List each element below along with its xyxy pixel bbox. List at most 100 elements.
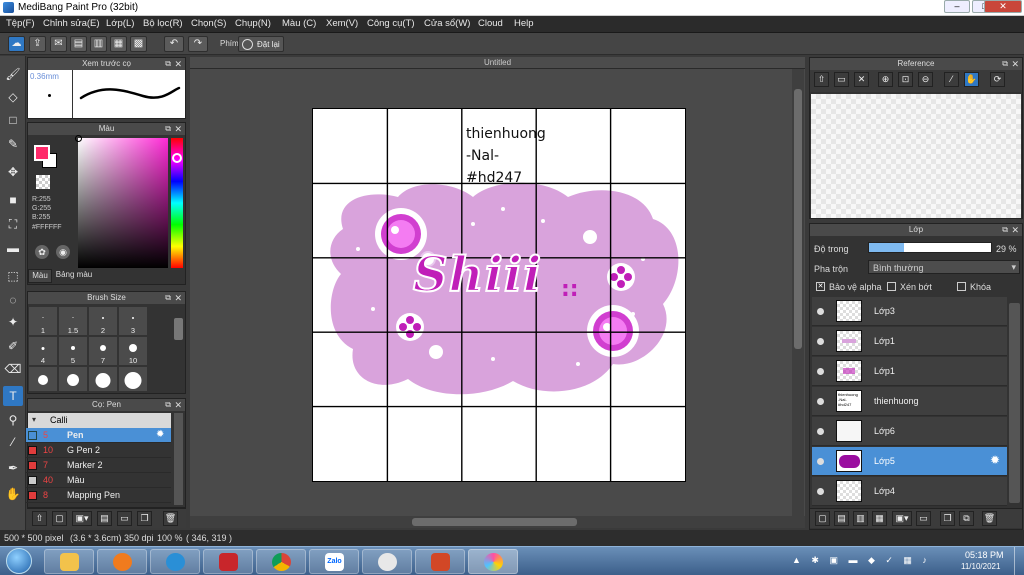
canvas-tab[interactable]: Untitled: [190, 57, 805, 69]
brush-size-2[interactable]: 2: [88, 306, 118, 336]
select-pen-tool-icon[interactable]: ✐: [3, 336, 23, 356]
brush-size-5[interactable]: 5: [58, 336, 88, 366]
brush-size-large-3[interactable]: [88, 366, 118, 392]
fill-rect-tool-icon[interactable]: ■: [3, 190, 23, 210]
eye-icon[interactable]: [817, 368, 824, 375]
rotate-icon[interactable]: ⟳: [990, 72, 1005, 87]
chrome-task[interactable]: [256, 549, 306, 574]
panel-icon[interactable]: ▦: [110, 36, 127, 52]
gradient-tool-icon[interactable]: ▬: [3, 238, 23, 258]
layer-row[interactable]: Lớp1: [812, 357, 1007, 386]
brush-item-gpen2[interactable]: 10 G Pen 2: [26, 443, 171, 458]
layer-row[interactable]: Lớp4: [812, 477, 1007, 506]
eyedropper-icon[interactable]: ⁄: [944, 72, 959, 87]
menu-tools[interactable]: Công cụ(T): [367, 18, 415, 29]
open-folder-icon[interactable]: ▭: [834, 72, 849, 87]
close-panel-icon[interactable]: ✕: [174, 123, 182, 135]
select-tool-icon[interactable]: ⬚: [3, 266, 23, 286]
clip-checkbox[interactable]: [887, 282, 896, 291]
brush-group-header[interactable]: ▾ Calli: [28, 413, 171, 428]
layer-row[interactable]: Lớp1: [812, 327, 1007, 356]
brush-size-1-5[interactable]: 1.5: [58, 306, 88, 336]
hand-tool-icon[interactable]: ✋: [3, 484, 23, 504]
popout-icon[interactable]: ⧉: [165, 58, 171, 70]
menu-layer[interactable]: Lớp(L): [106, 18, 134, 29]
layer-menu-icon[interactable]: ▣▾: [892, 511, 912, 526]
vertical-scroll-thumb[interactable]: [794, 89, 802, 349]
eyedropper-tool-icon[interactable]: ⁄: [3, 432, 23, 452]
brush-size-4[interactable]: 4: [28, 336, 58, 366]
horizontal-scroll-thumb[interactable]: [412, 518, 577, 526]
new-brush-icon[interactable]: ▢: [52, 511, 67, 526]
sv-cursor[interactable]: [75, 135, 82, 142]
document-icon[interactable]: ▥: [90, 36, 107, 52]
menu-file[interactable]: Tệp(F): [6, 18, 35, 29]
show-desktop-button[interactable]: [1014, 547, 1024, 575]
reset-button[interactable]: Đặt lại: [238, 36, 284, 52]
cloud-icon[interactable]: ☁: [8, 36, 25, 52]
folder-icon[interactable]: ▭: [117, 511, 132, 526]
brush-menu-icon[interactable]: ▣▾: [72, 511, 92, 526]
eye-icon[interactable]: [817, 338, 824, 345]
brush-item-mapping-pen[interactable]: 8 Mapping Pen: [26, 488, 171, 503]
brush-size-large-4[interactable]: [118, 366, 148, 392]
popout-icon[interactable]: ⧉: [165, 292, 171, 304]
tab-color[interactable]: Màu: [28, 269, 52, 283]
new-layer-icon[interactable]: ▢: [815, 511, 830, 526]
brush-tool-icon[interactable]: 🖌: [3, 64, 23, 84]
eye-icon[interactable]: [817, 428, 824, 435]
menu-edit[interactable]: Chỉnh sửa(E): [43, 18, 100, 29]
transparent-color-swatch[interactable]: [36, 175, 50, 189]
dot-tool-icon[interactable]: ✎: [3, 134, 23, 154]
powerpoint-task[interactable]: [415, 549, 465, 574]
new-halftone-layer-icon[interactable]: ▤: [834, 511, 849, 526]
tray-icons[interactable]: ▲ ✱ ▣ ▬ ◆ ✓ ▦ ♪: [792, 555, 942, 567]
brush-item-pen[interactable]: 5 Pen ✹: [26, 428, 171, 443]
vertical-scrollbar[interactable]: [792, 69, 804, 516]
delete-layer-icon[interactable]: 🗑: [982, 511, 997, 526]
brush-size-10[interactable]: 10: [118, 336, 148, 366]
eye-icon[interactable]: [817, 308, 824, 315]
popout-icon[interactable]: ⧉: [1002, 58, 1008, 70]
hue-slider[interactable]: [171, 138, 183, 268]
popout-icon[interactable]: ⧉: [165, 123, 171, 135]
eraser-tool-icon[interactable]: ◇: [3, 87, 23, 107]
page-icon[interactable]: ▤: [70, 36, 87, 52]
clock-time[interactable]: 05:18 PM: [965, 550, 1004, 560]
menu-select[interactable]: Chọn(S): [191, 18, 226, 29]
hand-icon[interactable]: ✋: [964, 72, 979, 87]
brush-size-large-2[interactable]: [58, 366, 88, 392]
reference-view[interactable]: [811, 94, 1021, 218]
close-icon[interactable]: ✕: [854, 72, 869, 87]
redo-icon[interactable]: ↷: [188, 36, 208, 52]
primary-color-swatch[interactable]: [34, 145, 50, 161]
select-eraser-tool-icon[interactable]: ⌫: [3, 359, 23, 379]
close-panel-icon[interactable]: ✕: [174, 399, 182, 411]
add-brush-icon[interactable]: ⇧: [32, 511, 47, 526]
zoom-out-icon[interactable]: ⊖: [918, 72, 933, 87]
brush-item-color[interactable]: 40 Màu: [26, 473, 171, 488]
eye-icon[interactable]: [817, 398, 824, 405]
divide-tool-icon[interactable]: ⚲: [3, 410, 23, 430]
fit-icon[interactable]: ⊡: [898, 72, 913, 87]
menu-cloud[interactable]: Cloud: [478, 18, 503, 29]
bucket-tool-icon[interactable]: ⛶: [3, 214, 23, 234]
undo-icon[interactable]: ↶: [164, 36, 184, 52]
zoom-in-icon[interactable]: ⊕: [878, 72, 893, 87]
duplicate-layer-icon[interactable]: ❐: [940, 511, 955, 526]
layer-row-selected[interactable]: Lớp5 ✹: [812, 447, 1007, 476]
menu-color[interactable]: Màu (C): [282, 18, 316, 29]
grid-icon[interactable]: ▩: [130, 36, 147, 52]
color-wheel-icon[interactable]: ◉: [56, 245, 70, 259]
gear-icon[interactable]: ✹: [990, 453, 1000, 467]
eye-icon[interactable]: [817, 488, 824, 495]
layer-row[interactable]: Lớp6: [812, 417, 1007, 446]
saturation-value-picker[interactable]: [75, 135, 168, 268]
gear-icon[interactable]: ✹: [156, 429, 164, 440]
drawing-canvas[interactable]: Shiii :: thienhuong -Nal- #hd247: [312, 108, 686, 482]
menu-help[interactable]: Help: [514, 18, 534, 29]
brush-list-scrollbar[interactable]: [174, 413, 183, 505]
text-tool-icon[interactable]: T: [3, 386, 23, 406]
menu-view[interactable]: Xem(V): [326, 18, 358, 29]
brush-size-scrollbar[interactable]: [174, 318, 183, 340]
